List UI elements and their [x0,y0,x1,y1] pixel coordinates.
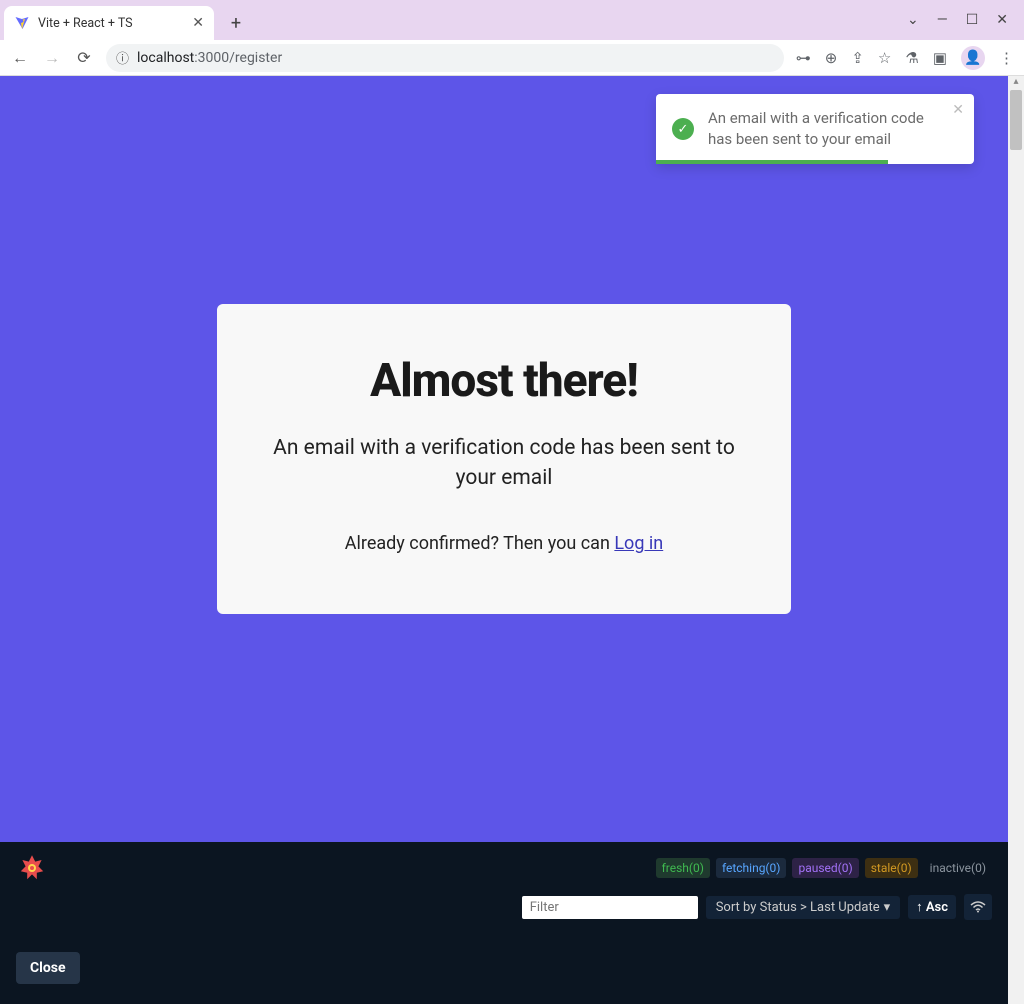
bookmark-star-icon[interactable]: ☆ [878,49,891,67]
page-viewport: Almost there! An email with a verificati… [0,76,1024,1004]
share-icon[interactable]: ⇪ [851,49,864,67]
login-link[interactable]: Log in [614,533,663,554]
back-button[interactable]: ← [10,48,30,68]
filter-input[interactable] [522,896,698,919]
sort-button[interactable]: Sort by Status > Last Update ▾ [706,896,900,919]
success-check-icon: ✓ [672,118,694,140]
toast-message: An email with a verification code has be… [708,108,940,150]
card-prompt: Already confirmed? Then you can Log in [257,533,751,554]
badge-fetching[interactable]: fetching(0) [716,858,787,878]
network-toggle-icon[interactable] [964,894,992,920]
browser-tab[interactable]: Vite + React + TS ✕ [4,6,214,40]
maximize-button[interactable]: ☐ [966,12,979,28]
reload-button[interactable]: ⟳ [74,48,94,67]
tabs-area: Vite + React + TS ✕ + [4,0,250,40]
chevron-down-icon: ▾ [884,900,891,915]
close-window-button[interactable]: ✕ [996,12,1008,28]
card-heading: Almost there! [257,354,751,408]
badge-inactive[interactable]: inactive(0) [924,858,992,878]
badge-paused[interactable]: paused(0) [792,858,858,878]
vite-favicon-icon [14,15,30,31]
extension-flask-icon[interactable]: ⚗ [905,49,918,67]
devtools-bottom-bar: Close [0,932,1008,1004]
toast-progress-bar [656,160,888,164]
react-query-devtools: fresh(0) fetching(0) paused(0) stale(0) … [0,842,1008,932]
browser-titlebar: Vite + React + TS ✕ + ⌄ — ☐ ✕ [0,0,1024,40]
profile-avatar[interactable]: 👤 [961,46,985,70]
badge-fresh[interactable]: fresh(0) [656,858,710,878]
window-controls: ⌄ — ☐ ✕ [907,12,1020,28]
devtools-close-button[interactable]: Close [16,952,80,984]
zoom-icon[interactable]: ⊕ [825,49,838,67]
card-subtitle: An email with a verification code has be… [257,434,751,493]
tab-close-icon[interactable]: ✕ [192,15,204,31]
notification-toast: ✓ An email with a verification code has … [656,94,974,164]
password-key-icon[interactable]: ⊶ [796,49,811,67]
react-query-logo-icon [16,852,48,884]
menu-kebab-icon[interactable]: ⋮ [999,49,1014,67]
asc-button[interactable]: ↑ Asc [908,895,956,919]
extension-panel-icon[interactable]: ▣ [933,49,947,67]
address-bar[interactable]: ⓘ localhost:3000/register [106,44,784,72]
toolbar-right-icons: ⊶ ⊕ ⇪ ☆ ⚗ ▣ 👤 ⋮ [796,46,1014,70]
tab-title: Vite + React + TS [38,16,133,31]
minimize-button[interactable]: — [937,12,948,28]
scrollbar-up-arrow-icon[interactable]: ▴ [1008,76,1024,87]
page-background: Almost there! An email with a verificati… [0,76,1008,842]
url-text: localhost:3000/register [137,50,282,66]
tab-search-icon[interactable]: ⌄ [907,12,919,28]
forward-button[interactable]: → [42,48,62,68]
query-status-badges: fresh(0) fetching(0) paused(0) stale(0) … [656,858,992,878]
scrollbar-thumb[interactable] [1010,90,1022,150]
toast-close-button[interactable]: ✕ [952,102,964,118]
badge-stale[interactable]: stale(0) [865,858,918,878]
site-info-icon[interactable]: ⓘ [116,48,129,67]
verification-card: Almost there! An email with a verificati… [217,304,791,614]
new-tab-button[interactable]: + [222,9,250,37]
browser-toolbar: ← → ⟳ ⓘ localhost:3000/register ⊶ ⊕ ⇪ ☆ … [0,40,1024,76]
vertical-scrollbar[interactable]: ▴ [1008,76,1024,1004]
